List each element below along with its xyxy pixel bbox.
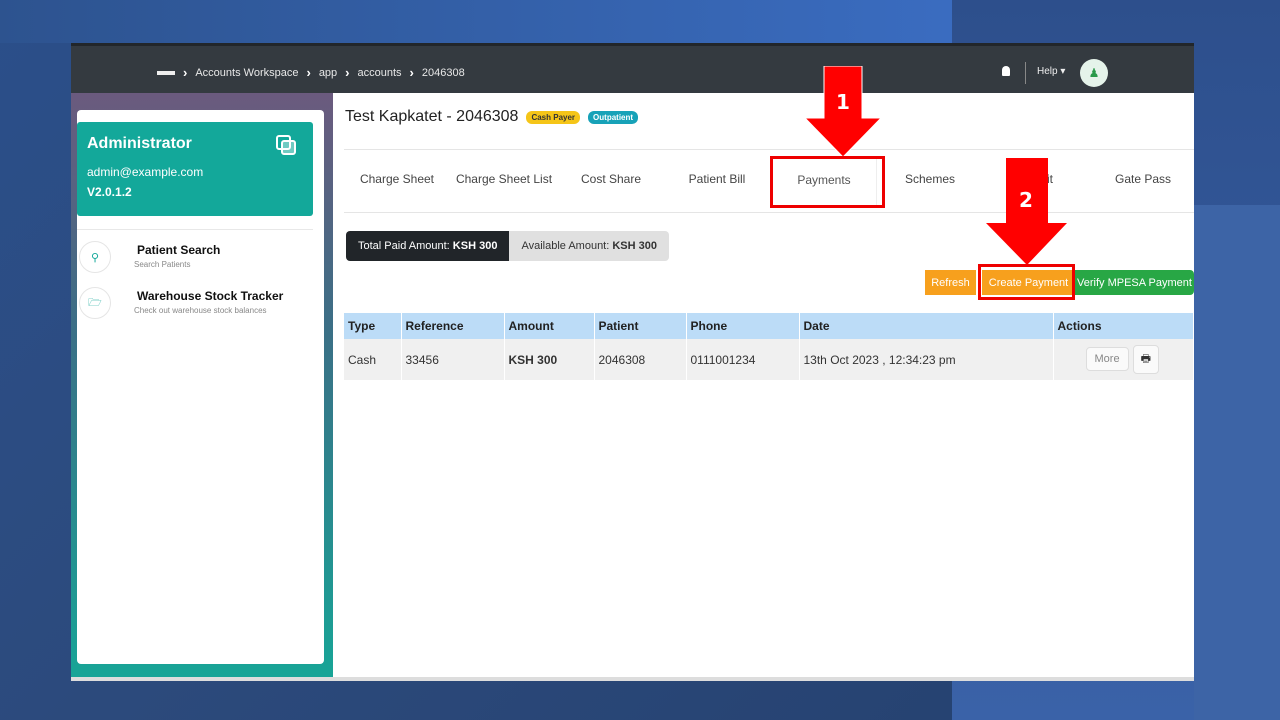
user-card: Administrator admin@example.com V2.0.1.2 [77,122,313,216]
more-button[interactable]: More [1085,347,1129,371]
avatar[interactable]: ♟ [1080,59,1108,87]
breadcrumb: › Accounts Workspace › app › accounts › … [157,65,465,80]
folder-open-icon: 🗁 [79,287,111,319]
sidebar-item-warehouse-stock-tracker[interactable]: 🗁 Warehouse Stock Tracker Check out ware… [79,287,319,327]
tab-schemes[interactable]: Schemes [877,170,983,188]
patient-title: Test Kapkatet - 2046308 [345,108,519,125]
scrollbar[interactable] [71,677,1194,681]
available-label: Available Amount: [521,240,610,252]
available-value: KSH 300 [612,240,657,252]
column-header: Type [344,313,402,339]
refresh-button[interactable]: Refresh [925,270,976,295]
help-menu[interactable]: Help ▾ [1037,66,1065,77]
status-badge: Outpatient [588,110,639,124]
table-header: Type Reference Amount Patient Phone Date… [344,313,1194,339]
annotation-number: 1 [836,90,850,114]
chevron-right-icon: › [409,65,414,80]
sidebar-item-subtitle: Check out warehouse stock balances [134,306,267,315]
page-title: Test Kapkatet - 2046308 Cash Payer Outpa… [345,108,639,126]
caret-down-icon: ▾ [1060,66,1066,77]
tab-gate-pass[interactable]: Gate Pass [1090,170,1194,188]
divider [1025,62,1026,84]
total-paid-value: KSH 300 [452,240,498,252]
sidebar-item-label: Warehouse Stock Tracker [137,289,284,303]
sidebar-item-subtitle: Search Patients [134,260,191,269]
column-header: Patient [594,313,687,339]
user-email: admin@example.com [87,165,204,179]
breadcrumb-item[interactable]: accounts [358,67,402,79]
sidebar-item-label: Patient Search [137,243,221,257]
tab-cost-share[interactable]: Cost Share [558,170,664,188]
cell-reference: 33456 [401,339,505,380]
home-icon[interactable] [157,70,175,75]
copy-icon[interactable] [275,134,297,156]
user-name: Administrator [87,135,192,152]
payments-table: Type Reference Amount Patient Phone Date… [344,313,1194,380]
annotation-number: 2 [1019,188,1033,212]
help-label: Help [1037,66,1058,77]
arrow-down-icon [986,158,1067,265]
cell-phone: 0111001234 [686,339,800,380]
total-paid: Total Paid Amount: KSH 300 [346,231,510,261]
breadcrumb-item[interactable]: app [319,67,337,79]
divider [77,229,313,230]
total-paid-label: Total Paid Amount: [358,240,450,252]
column-header: Amount [504,313,595,339]
highlight-box [770,156,885,208]
user-icon: ♟ [1088,66,1100,80]
sidebar: Administrator admin@example.com V2.0.1.2… [71,93,333,681]
app-version: V2.0.1.2 [87,185,132,199]
table-row: Cash 33456 KSH 300 2046308 0111001234 13… [344,339,1194,380]
chevron-right-icon: › [183,65,188,80]
tab-patient-bill[interactable]: Patient Bill [664,170,770,188]
breadcrumb-item[interactable]: Accounts Workspace [195,67,298,79]
tab-charge-sheet-list[interactable]: Charge Sheet List [450,170,558,188]
cell-patient: 2046308 [594,339,687,380]
status-badge: Cash Payer [526,110,581,124]
column-header: Date [799,313,1054,339]
column-header: Reference [401,313,505,339]
cell-type: Cash [344,339,402,380]
chevron-right-icon: › [306,65,311,80]
top-navbar: › Accounts Workspace › app › accounts › … [71,43,1194,93]
breadcrumb-item: 2046308 [421,66,465,79]
print-icon[interactable]: 🖶 [1132,345,1159,374]
payment-summary: Total Paid Amount: KSH 300 Available Amo… [346,231,669,261]
tab-charge-sheet[interactable]: Charge Sheet [344,170,450,188]
chevron-right-icon: › [345,65,350,80]
cell-date: 13th Oct 2023 , 12:34:23 pm [799,339,1054,380]
app-window: › Accounts Workspace › app › accounts › … [71,43,1194,681]
slide-background [1194,205,1280,720]
highlight-box [978,264,1075,300]
search-icon: ⚲ [79,241,111,273]
verify-mpesa-payment-button[interactable]: Verify MPESA Payment [1075,270,1194,295]
column-header: Phone [686,313,800,339]
column-header: Actions [1053,313,1194,339]
cell-actions: More 🖶 [1053,339,1194,380]
sidebar-item-patient-search[interactable]: ⚲ Patient Search Search Patients [79,241,319,281]
bell-icon[interactable] [1002,66,1010,76]
sidebar-card: Administrator admin@example.com V2.0.1.2… [77,110,324,664]
cell-amount: KSH 300 [504,339,595,380]
slide-background [0,0,952,43]
available-amount: Available Amount: KSH 300 [509,231,669,261]
